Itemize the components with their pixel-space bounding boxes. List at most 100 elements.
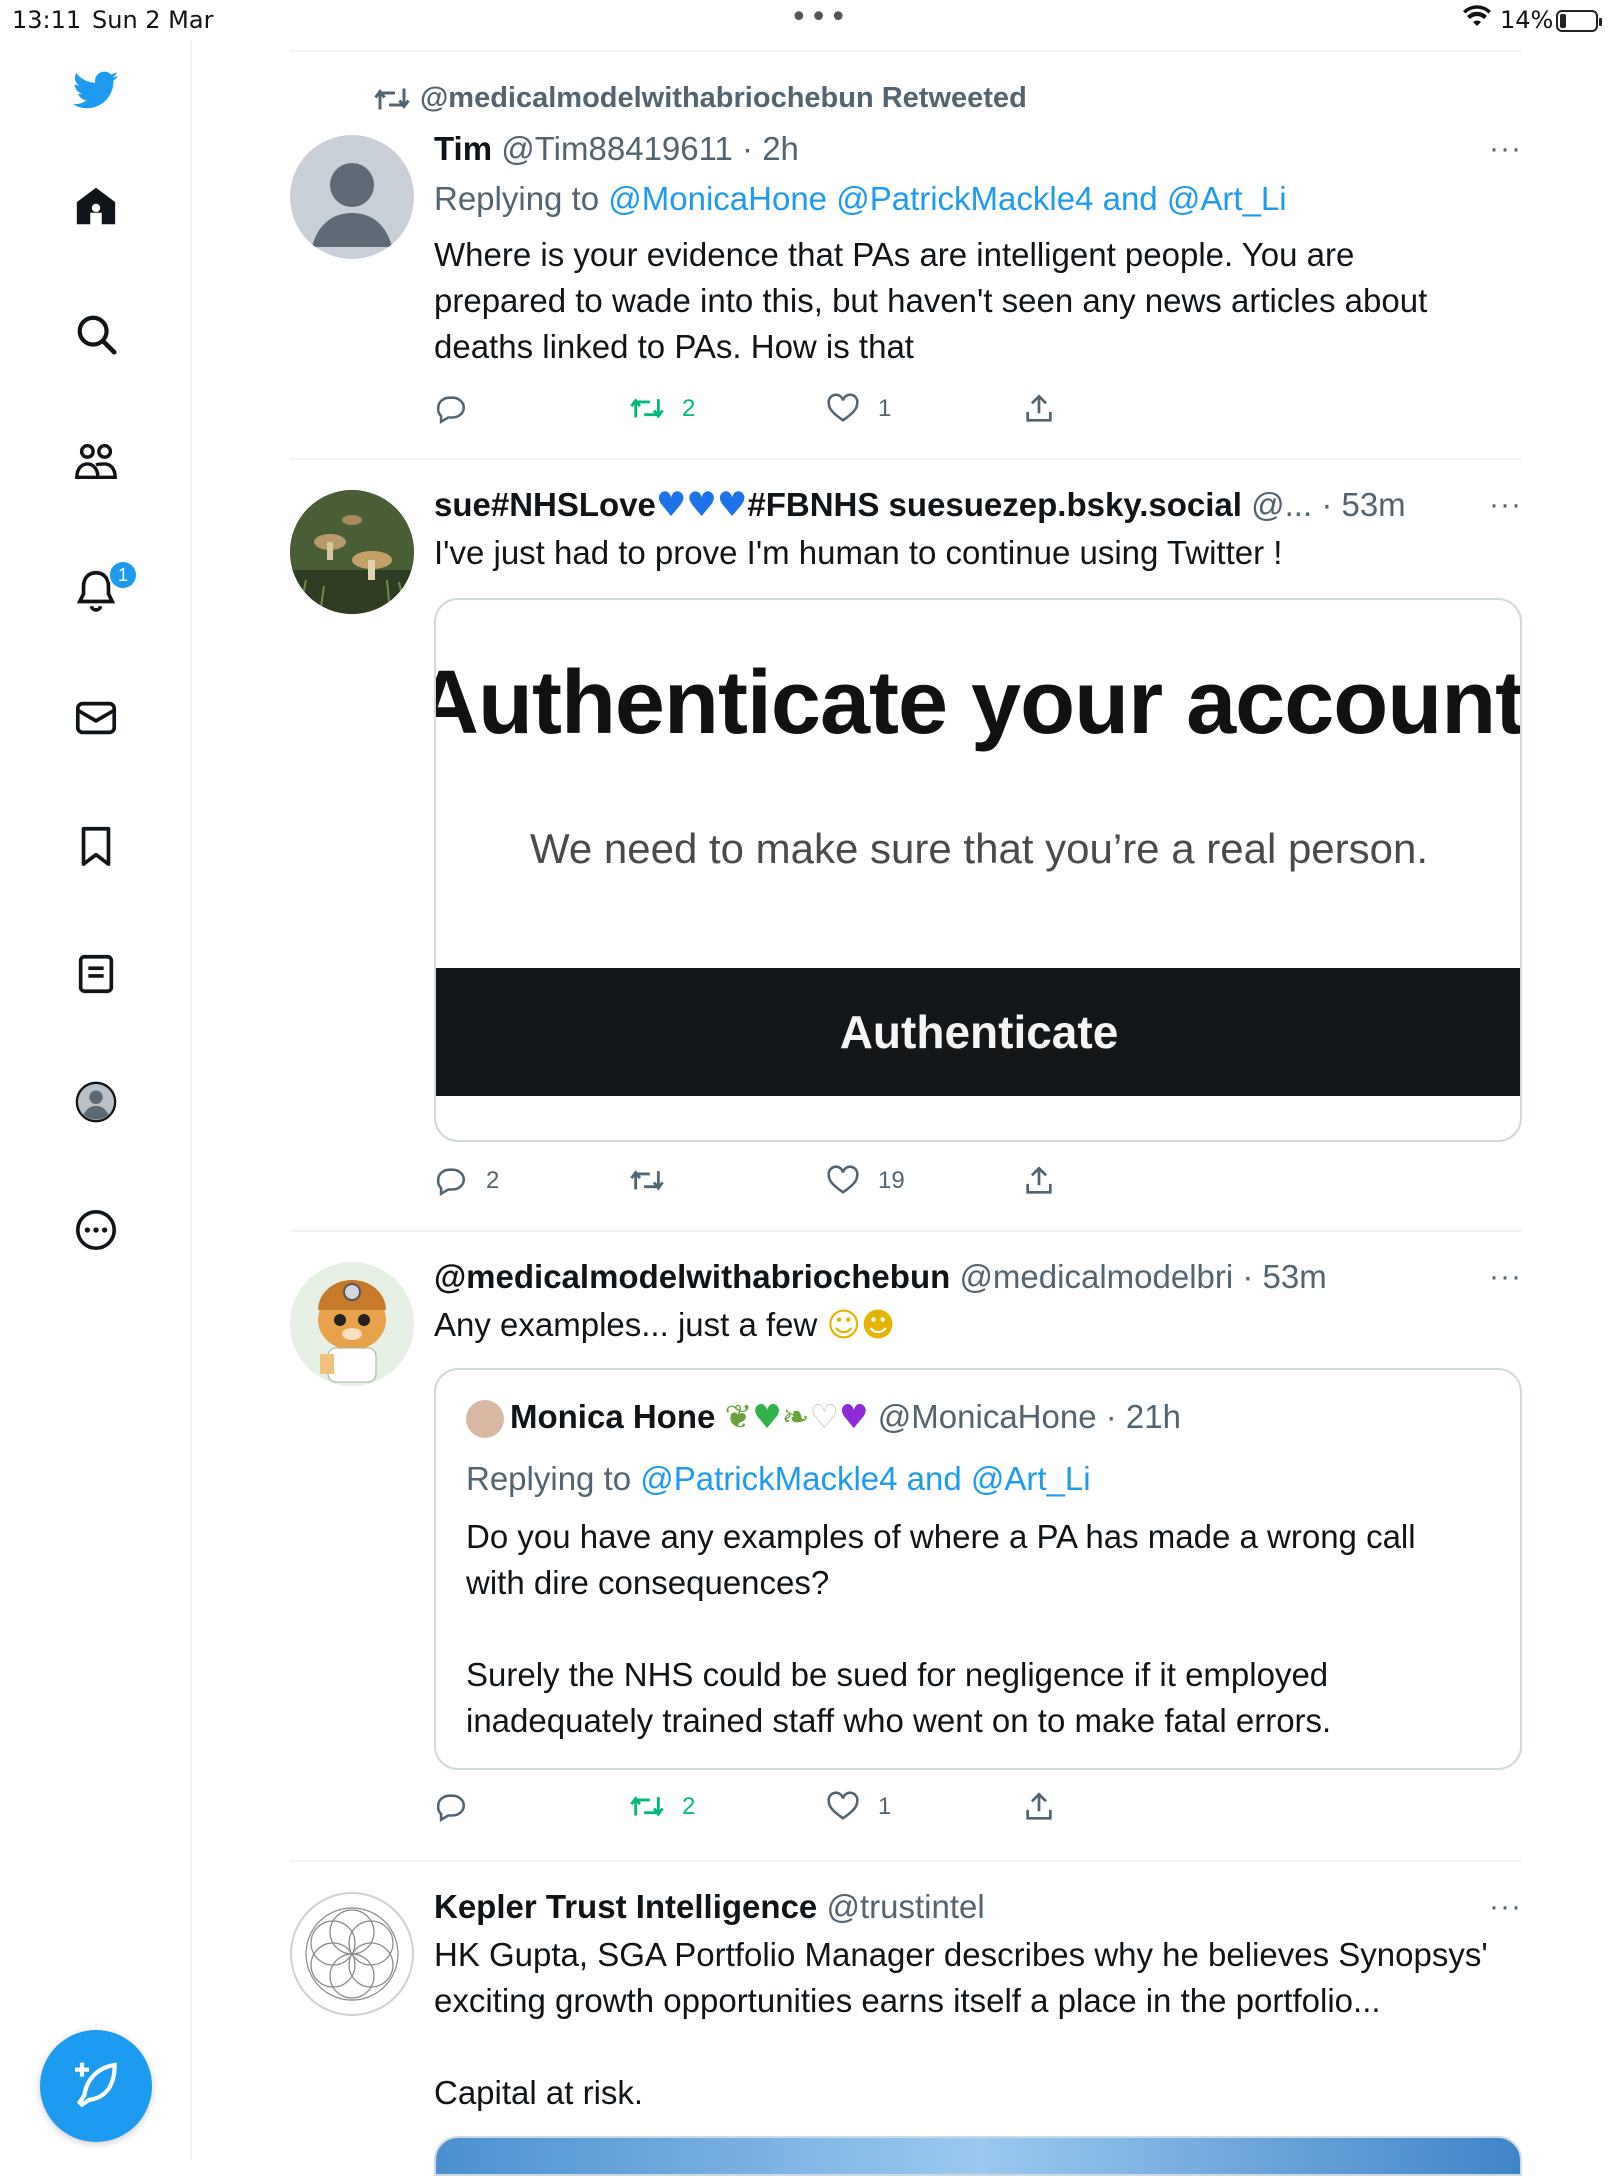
like-count: 19	[878, 1167, 905, 1194]
more-options-icon[interactable]: ···	[1482, 128, 1522, 170]
reply-button[interactable]: 2	[434, 1164, 499, 1198]
media-image-card[interactable]: Authenticate your account We need to mak…	[434, 598, 1522, 1142]
retweet-icon	[630, 1170, 664, 1191]
retweet-button[interactable]: 2	[630, 392, 695, 426]
retweet-icon	[630, 1796, 664, 1817]
reply-icon	[436, 396, 465, 425]
card-subtitle: We need to make sure that you’re a real …	[529, 825, 1429, 872]
author-name[interactable]: sue#NHSLove♥♥♥#FBNHS suesuezep.bsky.soci…	[434, 485, 1242, 525]
heart-icon	[827, 1791, 859, 1820]
avatar[interactable]	[290, 1892, 414, 2016]
communities-icon[interactable]	[66, 432, 126, 492]
quoted-tweet[interactable]: Monica Hone ❦♥❧♡♥ @MonicaHone · 21h Repl…	[434, 1368, 1522, 1770]
battery-icon	[1556, 10, 1602, 32]
reply-button[interactable]	[434, 392, 486, 426]
quote-text-2: Surely the NHS could be sued for neglige…	[466, 1656, 1332, 1739]
tweet-content: @medicalmodelwithabriochebun @medicalmod…	[434, 1256, 1522, 1348]
avatar[interactable]	[290, 135, 414, 259]
tweet-content: Tim @Tim88419611 · 2h ··· Replying to @M…	[434, 128, 1522, 370]
status-date: Sun 2 Mar	[92, 6, 214, 34]
author-name[interactable]: @medicalmodelwithabriochebun	[434, 1258, 950, 1295]
blue-heart-icon: ♥	[686, 485, 717, 525]
author-name-suffix: #FBNHS suesuezep.bsky.social	[747, 486, 1242, 523]
quote-handle-time: @MonicaHone · 21h	[877, 1398, 1181, 1435]
replying-links[interactable]: @PatrickMackle4 and @Art_Li	[640, 1460, 1090, 1497]
author-name[interactable]: Tim	[434, 130, 492, 167]
tweet-divider	[290, 1230, 1522, 1232]
feed-top-divider	[290, 50, 1522, 52]
twitter-logo-icon[interactable]	[66, 60, 126, 120]
avatar[interactable]	[290, 490, 414, 614]
tweet-header: Kepler Trust Intelligence @trustintel ··…	[434, 1886, 1522, 1928]
like-button[interactable]: 1	[826, 392, 891, 426]
author-handle-time[interactable]: @... · 53m	[1251, 486, 1406, 523]
notifications-icon[interactable]: 1	[66, 560, 138, 620]
search-icon[interactable]	[66, 304, 126, 364]
more-options-icon[interactable]: ···	[1482, 1886, 1522, 1928]
home-icon[interactable]	[66, 176, 126, 236]
profile-icon[interactable]	[66, 1072, 126, 1132]
quote-header: Monica Hone ❦♥❧♡♥ @MonicaHone · 21h	[466, 1396, 1181, 1439]
compose-feather-icon	[75, 2062, 117, 2108]
replying-links[interactable]: @MonicaHone @PatrickMackle4 and @Art_Li	[608, 180, 1286, 217]
blue-heart-icon: ♥	[716, 485, 748, 525]
retweet-button[interactable]	[630, 1164, 682, 1198]
reply-icon	[436, 1168, 465, 1197]
author-name[interactable]: Kepler Trust Intelligence	[434, 1888, 817, 1925]
share-button[interactable]	[1022, 1790, 1056, 1824]
tweet-text: I've just had to prove I'm human to cont…	[434, 534, 1283, 571]
share-button[interactable]	[1022, 1164, 1056, 1198]
lists-icon[interactable]	[66, 944, 126, 1004]
retweet-count: 2	[682, 395, 696, 422]
bookmarks-icon[interactable]	[66, 816, 126, 876]
share-icon	[1026, 394, 1052, 422]
replying-to: Replying to @MonicaHone @PatrickMackle4 …	[434, 176, 1522, 222]
tweet-text: Where is your evidence that PAs are inte…	[434, 236, 1428, 365]
retweet-button[interactable]: 2	[630, 1790, 695, 1824]
retweeted-by-text: @medicalmodelwithabriochebun Retweeted	[420, 82, 1027, 114]
like-button[interactable]: 19	[826, 1164, 905, 1198]
share-icon	[1026, 1166, 1052, 1194]
tweet-text: Any examples... just a few	[434, 1306, 818, 1343]
more-options-icon[interactable]: ···	[1482, 484, 1522, 526]
retweet-count: 2	[682, 1793, 696, 1820]
tweet-content: sue#NHSLove♥♥♥#FBNHS suesuezep.bsky.soci…	[434, 484, 1522, 576]
tweet[interactable]: @medicalmodelwithabriochebun Retweeted T…	[290, 80, 1522, 450]
like-count: 1	[878, 395, 892, 422]
tweet[interactable]: Kepler Trust Intelligence @trustintel ··…	[290, 1882, 1522, 2176]
green-heart-icon: ♥	[752, 1397, 782, 1436]
tweet[interactable]: sue#NHSLove♥♥♥#FBNHS suesuezep.bsky.soci…	[290, 480, 1522, 1220]
messages-icon[interactable]	[66, 688, 126, 748]
compose-tweet-button[interactable]	[40, 2030, 152, 2142]
multitasking-dots-icon[interactable]: •••	[790, 0, 849, 35]
retweeted-by-line: @medicalmodelwithabriochebun Retweeted	[374, 82, 1027, 115]
retweet-icon	[374, 88, 410, 110]
quote-author-name: Monica Hone	[510, 1398, 716, 1435]
tweet-header: @medicalmodelwithabriochebun @medicalmod…	[434, 1256, 1522, 1298]
white-heart-icon: ♡	[809, 1397, 840, 1436]
reply-icon	[436, 1794, 465, 1823]
herb-icon: ❧	[781, 1397, 810, 1436]
reply-button[interactable]	[434, 1790, 486, 1824]
share-icon	[1026, 1792, 1052, 1820]
battery-percent: 14%	[1500, 6, 1554, 34]
like-button[interactable]: 1	[826, 1790, 891, 1824]
more-icon[interactable]	[66, 1200, 126, 1260]
heart-icon	[827, 393, 859, 422]
replying-label: Replying to	[434, 180, 609, 217]
card-authenticate-button: Authenticate	[436, 968, 1520, 1096]
share-button[interactable]	[1022, 392, 1056, 426]
flushed-face-emoji: ☺	[826, 1305, 861, 1344]
avatar[interactable]	[290, 1262, 414, 1386]
author-handle-time[interactable]: @Tim88419611 · 2h	[501, 130, 799, 167]
author-handle-time[interactable]: @medicalmodelbri · 53m	[959, 1258, 1326, 1295]
tweet[interactable]: @medicalmodelwithabriochebun @medicalmod…	[290, 1252, 1522, 1852]
tweet-header: Tim @Tim88419611 · 2h ···	[434, 128, 1522, 170]
sidebar-nav: 1	[0, 40, 192, 2160]
quote-replying-to: Replying to @PatrickMackle4 and @Art_Li	[466, 1456, 1091, 1502]
more-options-icon[interactable]: ···	[1482, 1256, 1522, 1298]
status-bar: 13:11 Sun 2 Mar ••• 14%	[0, 0, 1620, 40]
author-handle[interactable]: @trustintel	[826, 1888, 984, 1925]
media-image-preview[interactable]	[434, 2136, 1522, 2176]
tweet-divider	[290, 1860, 1522, 1862]
